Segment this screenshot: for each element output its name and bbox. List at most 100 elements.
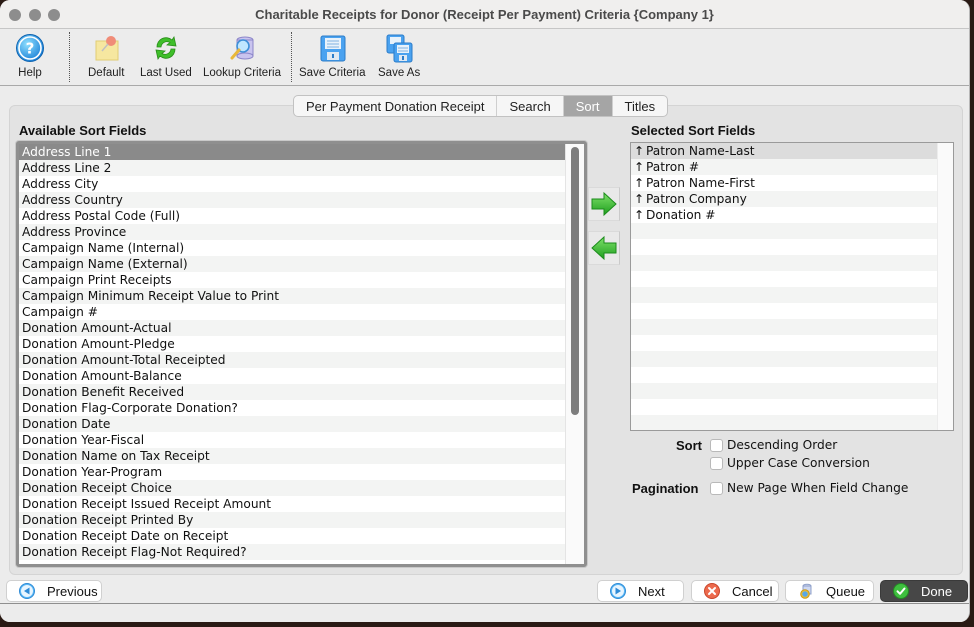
title-bar: Charitable Receipts for Donor (Receipt P…	[0, 0, 969, 29]
available-field-item[interactable]: Donation Receipt Printed By	[19, 512, 567, 528]
selected-field-label: Patron Company	[646, 192, 747, 206]
available-field-item[interactable]: Donation Flag-Corporate Donation?	[19, 400, 567, 416]
available-field-item[interactable]: Donation Receipt Date on Receipt	[19, 528, 567, 544]
criteria-window: Charitable Receipts for Donor (Receipt P…	[0, 0, 970, 622]
available-field-item[interactable]: Donation Amount-Actual	[19, 320, 567, 336]
empty-row	[631, 239, 937, 255]
checkmark-icon	[893, 583, 909, 599]
scrollbar-thumb[interactable]	[571, 147, 579, 415]
upper-case-conversion-checkbox[interactable]: Upper Case Conversion	[710, 456, 870, 470]
toolbar-separator	[291, 32, 292, 82]
available-field-item[interactable]: Address Line 2	[19, 160, 567, 176]
sort-ascending-icon: ↑	[634, 208, 645, 222]
sort-options-label: Sort	[676, 438, 702, 453]
checkbox-box[interactable]	[710, 438, 723, 452]
empty-row	[631, 271, 937, 287]
empty-row	[631, 367, 937, 383]
checkbox-box[interactable]	[710, 456, 723, 470]
default-button[interactable]: Default	[88, 33, 124, 79]
refresh-icon	[151, 33, 181, 63]
cancel-button[interactable]: Cancel	[691, 580, 779, 602]
selected-field-item[interactable]: ↑ Patron #	[631, 159, 937, 175]
available-field-item[interactable]: Donation Receipt Issued Receipt Amount	[19, 496, 567, 512]
new-page-when-field-change-checkbox[interactable]: New Page When Field Change	[710, 481, 908, 495]
empty-row	[631, 383, 937, 399]
selected-sort-fields-heading: Selected Sort Fields	[631, 123, 756, 138]
last-used-button[interactable]: Last Used	[140, 33, 192, 79]
available-field-item[interactable]: Donation Amount-Pledge	[19, 336, 567, 352]
tab-per-payment-donation-receipt[interactable]: Per Payment Donation Receipt	[294, 96, 498, 116]
done-button[interactable]: Done	[880, 580, 968, 602]
arrow-right-icon	[591, 191, 617, 217]
queue-icon	[800, 583, 812, 599]
descending-order-checkbox[interactable]: Descending Order	[710, 438, 837, 452]
available-field-item[interactable]: Donation Year-Program	[19, 464, 567, 480]
selected-list-scrollbar[interactable]	[937, 143, 953, 430]
empty-row	[631, 351, 937, 367]
available-field-item[interactable]: Donation Receipt Choice	[19, 480, 567, 496]
empty-row	[631, 287, 937, 303]
selected-sort-fields-list: ↑ Patron Name-Last ↑ Patron # ↑ Patron Name-F…	[630, 142, 954, 431]
help-button[interactable]: ? Help	[15, 33, 45, 79]
save-as-button[interactable]: Save As	[378, 33, 420, 79]
sort-ascending-icon: ↑	[634, 176, 645, 190]
available-field-item[interactable]: Donation Amount-Total Receipted	[19, 352, 567, 368]
available-field-item[interactable]: Donation Amount-Balance	[19, 368, 567, 384]
available-field-item[interactable]: Campaign #	[19, 304, 567, 320]
empty-row	[631, 223, 937, 239]
database-search-icon	[227, 33, 257, 63]
lookup-criteria-button[interactable]: Lookup Criteria	[203, 33, 281, 79]
window-title: Charitable Receipts for Donor (Receipt P…	[255, 7, 714, 22]
available-field-item[interactable]: Address Province	[19, 224, 567, 240]
available-field-item[interactable]: Campaign Minimum Receipt Value to Print	[19, 288, 567, 304]
queue-button[interactable]: Queue	[785, 580, 874, 602]
available-field-item[interactable]: Campaign Print Receipts	[19, 272, 567, 288]
tab-search[interactable]: Search	[497, 96, 564, 116]
selected-field-label: Patron #	[646, 160, 700, 174]
selected-list-body: ↑ Patron Name-Last ↑ Patron # ↑ Patron Name-F…	[631, 143, 937, 430]
empty-row	[631, 319, 937, 335]
available-sort-fields-heading: Available Sort Fields	[19, 123, 147, 138]
empty-row	[631, 303, 937, 319]
tab-sort[interactable]: Sort	[563, 96, 613, 116]
available-field-item[interactable]: Campaign Name (Internal)	[19, 240, 567, 256]
next-button[interactable]: Next	[597, 580, 684, 602]
selected-field-item[interactable]: ↑ Patron Name-Last	[631, 143, 937, 159]
available-field-item[interactable]: Donation Year-Fiscal	[19, 432, 567, 448]
toolbar: ? Help Default Last Used Lookup Criteria…	[0, 29, 969, 86]
available-field-item[interactable]: Address Country	[19, 192, 567, 208]
available-field-item[interactable]: Campaign Name (External)	[19, 256, 567, 272]
sort-ascending-icon: ↑	[634, 144, 645, 158]
save-criteria-button[interactable]: Save Criteria	[299, 33, 365, 79]
svg-text:?: ?	[26, 40, 35, 58]
available-field-item[interactable]: Address Postal Code (Full)	[19, 208, 567, 224]
selected-field-item[interactable]: ↑ Donation #	[631, 207, 937, 223]
previous-button[interactable]: Previous	[6, 580, 102, 602]
sort-ascending-icon: ↑	[634, 192, 645, 206]
available-field-item[interactable]: Donation Receipt Flag-Not Required?	[19, 544, 567, 560]
available-sort-fields-list: Address Line 1 Address Line 2 Address City…	[16, 141, 587, 567]
selected-field-item[interactable]: ↑ Patron Company	[631, 191, 937, 207]
available-field-item[interactable]: Donation Name on Tax Receipt	[19, 448, 567, 464]
available-field-item[interactable]: Donation Benefit Received	[19, 384, 567, 400]
next-icon	[610, 583, 626, 599]
remove-sort-field-button[interactable]	[588, 231, 620, 265]
selected-field-item[interactable]: ↑ Patron Name-First	[631, 175, 937, 191]
checkbox-box[interactable]	[710, 481, 723, 495]
available-field-item[interactable]: Donation Date	[19, 416, 567, 432]
available-field-item[interactable]: Address Line 1	[19, 144, 567, 160]
pushpin-note-icon	[91, 33, 121, 63]
tab-titles[interactable]: Titles	[613, 96, 668, 116]
floppy-disks-icon	[384, 33, 414, 63]
previous-icon	[19, 583, 35, 599]
toolbar-separator	[69, 32, 70, 82]
floppy-disk-icon	[317, 33, 347, 63]
empty-row	[631, 415, 937, 430]
available-list-body: Address Line 1 Address Line 2 Address City…	[19, 144, 567, 564]
selected-field-label: Patron Name-First	[646, 176, 755, 190]
available-field-item[interactable]: Address City	[19, 176, 567, 192]
help-icon: ?	[15, 33, 45, 63]
add-sort-field-button[interactable]	[588, 187, 620, 221]
sort-ascending-icon: ↑	[634, 160, 645, 174]
available-list-scrollbar[interactable]	[565, 144, 584, 564]
